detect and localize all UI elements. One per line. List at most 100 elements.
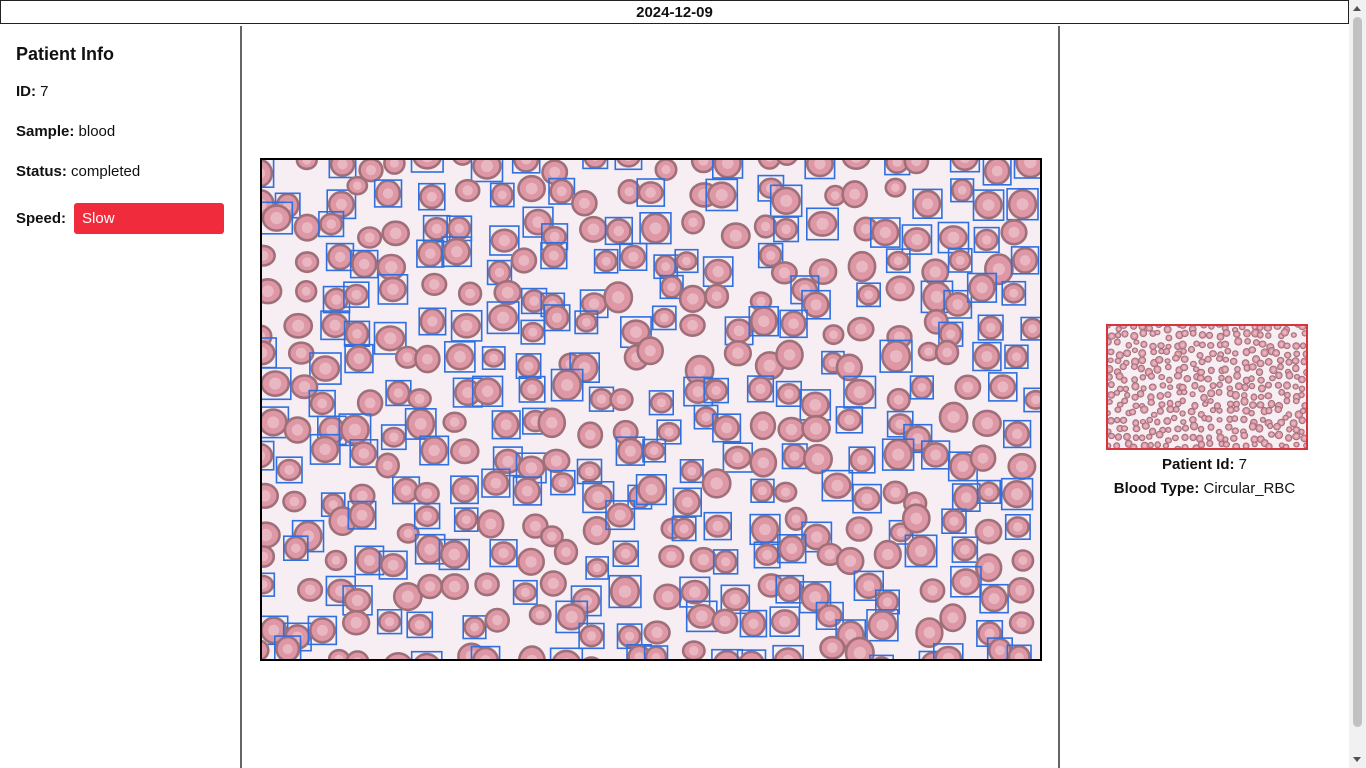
sample-thumbnail[interactable] — [1106, 324, 1308, 450]
result-panel: Patient Id: 7 Blood Type: Circular_RBC — [1060, 26, 1349, 768]
red-blood-cell — [1291, 357, 1300, 365]
red-blood-cell — [919, 578, 946, 603]
red-blood-cell — [1138, 349, 1147, 358]
red-blood-cell — [262, 278, 283, 305]
red-blood-cell — [450, 438, 480, 465]
red-blood-cell — [704, 514, 731, 538]
red-blood-cell — [447, 216, 472, 241]
red-blood-cell — [1257, 393, 1265, 401]
red-blood-cell — [939, 603, 967, 633]
red-blood-cell — [1240, 415, 1248, 424]
red-blood-cell — [513, 582, 537, 603]
red-blood-cell — [1265, 442, 1273, 448]
red-blood-cell — [637, 181, 664, 205]
page-scrollbar[interactable] — [1349, 0, 1366, 768]
red-blood-cell — [939, 225, 968, 251]
red-blood-cell — [1114, 332, 1122, 339]
red-blood-cell — [886, 387, 911, 412]
red-blood-cell — [680, 460, 703, 482]
red-blood-cell — [1222, 329, 1231, 337]
red-blood-cell — [1157, 342, 1165, 350]
red-blood-cell — [1303, 368, 1306, 377]
red-blood-cell — [1298, 428, 1305, 436]
red-blood-cell — [774, 217, 799, 241]
blood-smear-detection-image[interactable] — [260, 158, 1042, 661]
date-header: 2024-12-09 — [0, 0, 1349, 24]
red-blood-cell — [1231, 427, 1240, 435]
detection-panel — [242, 26, 1060, 768]
sample-label: Sample: — [16, 123, 75, 140]
red-blood-cell — [1171, 434, 1179, 442]
scroll-up-arrow-icon[interactable] — [1353, 6, 1361, 11]
red-blood-cell — [327, 243, 354, 271]
red-blood-cell — [1131, 382, 1140, 391]
red-blood-cell — [1222, 356, 1230, 363]
red-blood-cell — [776, 575, 803, 603]
red-blood-cell — [1298, 416, 1306, 425]
red-blood-cell — [972, 409, 1003, 437]
red-blood-cell — [1154, 441, 1161, 448]
red-blood-cell — [942, 509, 966, 534]
red-blood-cell — [1005, 344, 1028, 369]
red-blood-cell — [751, 479, 774, 503]
red-blood-cell — [660, 275, 683, 299]
red-blood-cell — [1280, 328, 1290, 337]
red-blood-cell — [1147, 399, 1156, 406]
red-blood-cell — [1257, 384, 1266, 393]
red-blood-cell — [1113, 442, 1121, 448]
red-blood-cell — [1178, 326, 1187, 329]
red-blood-cell — [319, 212, 344, 236]
red-blood-cell — [974, 228, 999, 252]
red-blood-cell — [1207, 342, 1215, 349]
red-blood-cell — [309, 617, 336, 644]
red-blood-cell — [575, 312, 598, 333]
red-blood-cell — [1224, 347, 1232, 355]
speed-label: Speed: — [16, 210, 67, 227]
red-blood-cell — [1248, 375, 1255, 382]
red-blood-cell — [539, 570, 567, 597]
red-blood-cell — [1285, 358, 1293, 366]
red-blood-cell — [516, 547, 545, 576]
red-blood-cell — [1180, 389, 1188, 396]
red-blood-cell — [1289, 419, 1298, 428]
red-blood-cell — [541, 242, 567, 269]
red-blood-cell — [1183, 375, 1192, 383]
red-blood-cell — [1007, 188, 1038, 220]
thumbnail-canvas — [1108, 326, 1306, 448]
patient-id-value: 7 — [1238, 456, 1248, 473]
red-blood-cell — [1260, 348, 1269, 358]
red-blood-cell — [782, 443, 807, 470]
red-blood-cell — [974, 190, 1003, 220]
red-blood-cell — [836, 408, 863, 432]
red-blood-cell — [1248, 363, 1257, 371]
red-blood-cell — [1148, 383, 1157, 391]
red-blood-cell — [1196, 374, 1205, 382]
red-blood-cell — [1251, 441, 1258, 448]
red-blood-cell — [711, 608, 739, 634]
red-blood-cell — [417, 573, 444, 600]
scroll-down-arrow-icon[interactable] — [1353, 757, 1361, 762]
red-blood-cell — [1282, 443, 1290, 448]
red-blood-cell — [1200, 393, 1208, 402]
red-blood-cell — [1124, 391, 1131, 399]
red-blood-cell — [1139, 374, 1147, 381]
red-blood-cell — [609, 388, 634, 412]
red-blood-cell — [978, 315, 1003, 340]
red-blood-cell — [451, 476, 478, 503]
red-blood-cell — [1208, 326, 1215, 330]
red-blood-cell — [1292, 432, 1301, 441]
red-blood-cell — [1115, 351, 1124, 360]
red-blood-cell — [589, 388, 614, 411]
red-blood-cell — [1248, 410, 1255, 417]
red-blood-cell — [283, 416, 312, 444]
date-text: 2024-12-09 — [636, 4, 713, 21]
red-blood-cell — [381, 220, 410, 247]
red-blood-cell — [1113, 416, 1121, 424]
red-blood-cell — [1221, 340, 1230, 348]
scrollbar-thumb[interactable] — [1353, 17, 1362, 727]
red-blood-cell — [654, 254, 678, 279]
red-blood-cell — [1108, 348, 1115, 356]
red-blood-cell — [1197, 440, 1206, 448]
red-blood-cell — [452, 313, 482, 339]
red-blood-cell — [1230, 434, 1238, 442]
